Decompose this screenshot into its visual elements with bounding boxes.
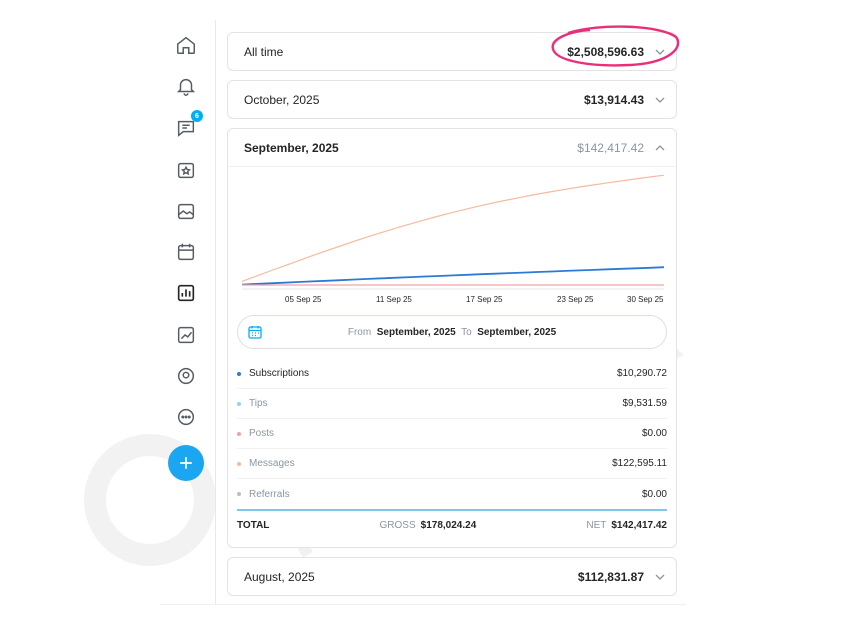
- x-tick-label: 23 Sep 25: [557, 295, 594, 304]
- more-icon[interactable]: [173, 404, 199, 430]
- september-header[interactable]: September, 2025 $142,417.42: [228, 129, 676, 167]
- vault-icon[interactable]: [173, 198, 199, 224]
- chart-plot: [241, 174, 665, 290]
- messages-icon[interactable]: 6: [173, 110, 203, 141]
- total-row: TOTAL GROSS $178,024.24 NET $142,417.42: [237, 509, 667, 539]
- legend-dot: [237, 461, 241, 466]
- net-total: NET $142,417.42: [586, 520, 667, 531]
- statistics-icon[interactable]: [173, 280, 199, 306]
- earnings-chart: 05 Sep 25 11 Sep 25 17 Sep 25 23 Sep 25 …: [228, 167, 676, 307]
- all-time-label: All time: [244, 44, 284, 59]
- breakdown-label: Posts: [249, 428, 275, 439]
- breakdown-label: Subscriptions: [249, 368, 310, 379]
- messages-badge: 6: [191, 110, 203, 122]
- september-title: September, 2025: [244, 140, 339, 155]
- bottom-divider: [160, 604, 686, 605]
- breakdown-label: Messages: [249, 458, 295, 469]
- series-line-0: [241, 174, 665, 282]
- august-amount: $112,831.87: [577, 569, 644, 584]
- x-tick-label: 05 Sep 25: [285, 295, 322, 304]
- gross-label: GROSS: [379, 519, 416, 531]
- calendar-icon[interactable]: [173, 239, 199, 265]
- sidebar: 6: [160, 20, 216, 605]
- breakdown-row-subscriptions: Subscriptions $10,290.72: [237, 359, 667, 389]
- from-label: From: [347, 326, 372, 338]
- breakdown-row-posts: Posts $0.00: [237, 419, 667, 449]
- legend-dot: [237, 401, 241, 406]
- net-label: NET: [586, 519, 607, 531]
- breakdown-row-messages: Messages $122,595.11: [237, 449, 667, 479]
- gross-total: GROSS $178,024.24: [380, 520, 477, 531]
- breakdown-label: Tips: [249, 398, 268, 409]
- home-icon[interactable]: [173, 32, 199, 58]
- bell-icon[interactable]: [173, 73, 199, 99]
- breakdown-value: $0.00: [641, 488, 667, 500]
- new-post-button[interactable]: [168, 445, 204, 481]
- total-label: TOTAL: [237, 519, 270, 531]
- breakdown-label: Referrals: [249, 488, 290, 500]
- series-line-1: [241, 266, 665, 286]
- circle-annotation: [551, 25, 680, 67]
- date-range-picker[interactable]: From September, 2025 To September, 2025: [237, 315, 667, 349]
- legend-dot: [237, 492, 241, 496]
- to-label: To: [461, 326, 472, 338]
- chevron-up-icon: [655, 144, 665, 150]
- chevron-down-icon: [655, 574, 665, 580]
- august-row[interactable]: August, 2025 $112,831.87: [227, 557, 677, 596]
- profile-icon[interactable]: [173, 363, 199, 389]
- plus-icon: [180, 457, 192, 469]
- from-value: September, 2025: [376, 326, 456, 338]
- breakdown-row-referrals: Referrals $0.00: [237, 479, 667, 509]
- chevron-down-icon: [655, 97, 665, 103]
- october-amount: $13,914.43: [583, 92, 644, 107]
- analytics-icon[interactable]: [173, 322, 199, 348]
- legend-dot: [237, 371, 241, 376]
- earnings-breakdown: Subscriptions $10,290.72 Tips $9,531.59 …: [237, 359, 667, 539]
- august-label: August, 2025: [244, 569, 315, 584]
- to-value: September, 2025: [477, 326, 557, 338]
- x-tick-label: 30 Sep 25: [627, 295, 664, 304]
- net-value: $142,417.42: [611, 519, 667, 531]
- breakdown-row-tips: Tips $9,531.59: [237, 389, 667, 419]
- breakdown-value: $10,290.72: [616, 368, 667, 379]
- collections-icon[interactable]: [173, 157, 199, 183]
- x-tick-label: 17 Sep 25: [466, 295, 503, 304]
- october-label: October, 2025: [244, 92, 320, 107]
- breakdown-value: $9,531.59: [622, 398, 668, 409]
- gross-value: $178,024.24: [420, 519, 477, 531]
- date-range-text: From September, 2025 To September, 2025: [238, 327, 666, 338]
- september-panel: September, 2025 $142,417.42 05 Sep 25 11…: [227, 128, 677, 548]
- breakdown-value: $122,595.11: [612, 458, 667, 469]
- september-amount: $142,417.42: [577, 140, 644, 155]
- x-tick-label: 11 Sep 25: [376, 295, 412, 304]
- calendar-icon: [248, 326, 262, 339]
- legend-dot: [237, 431, 241, 436]
- breakdown-value: $0.00: [641, 428, 667, 439]
- october-row[interactable]: October, 2025 $13,914.43: [227, 80, 677, 119]
- all-time-row[interactable]: All time $2,508,596.63: [227, 25, 680, 71]
- earnings-list: All time $2,508,596.63 October, 2025 $13…: [227, 25, 680, 596]
